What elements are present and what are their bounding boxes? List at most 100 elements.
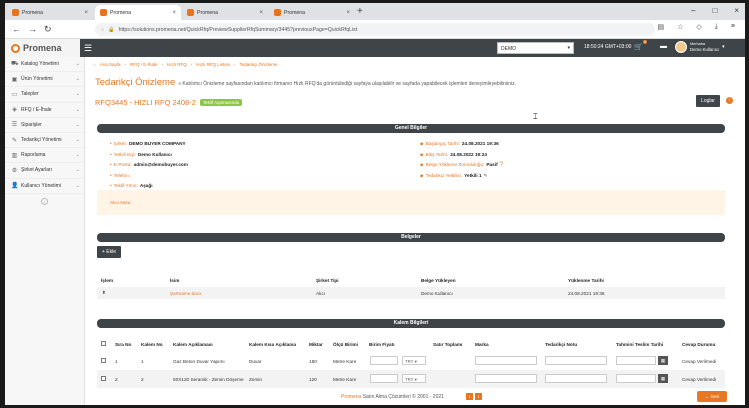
info-start-date: ◆ Başlangıç Tarihi: 24.08.2021 19:36 (420, 141, 499, 146)
documents-header: Belgeler (97, 233, 725, 242)
chart-icon: ▥ (11, 152, 18, 159)
breadcrumb-item[interactable]: Ana Sayfa (100, 62, 121, 67)
close-icon[interactable]: × (84, 10, 88, 16)
sidebar-item-raporlama[interactable]: ▥ Raporlama ⌄ (5, 148, 84, 164)
currency-select[interactable]: TRY ▾ (402, 356, 426, 365)
promena-favicon-icon (187, 9, 194, 16)
sidebar-item-sirket[interactable]: ⚙ Şirket Ayarları ⌄ (5, 163, 84, 179)
close-window-icon[interactable]: × (734, 6, 739, 15)
info-email: • E-Posta: admin@demobuyer.com (110, 162, 188, 167)
list-icon: ☰ (11, 122, 18, 129)
minimize-icon[interactable]: – (691, 6, 695, 15)
brand-input[interactable] (475, 374, 537, 383)
close-icon[interactable]: × (172, 10, 176, 16)
reader-icon[interactable]: ▤ (658, 23, 665, 31)
supplier-note-input[interactable] (545, 356, 607, 365)
browser-tab-4[interactable]: Promena × (269, 5, 355, 20)
back-icon[interactable]: ← (12, 24, 21, 34)
forward-icon[interactable]: → (28, 24, 37, 34)
unit-price-input[interactable] (370, 356, 398, 365)
chevron-down-icon: ▾ (722, 44, 725, 50)
currency-select[interactable]: TRY ▾ (402, 374, 426, 383)
browser-tab-1[interactable]: Promena × (7, 5, 93, 20)
unit-price-input[interactable] (370, 374, 398, 383)
close-icon[interactable]: × (259, 10, 263, 16)
browser-tab-2[interactable]: Promena × (95, 5, 181, 20)
close-icon[interactable]: × (346, 10, 350, 16)
help-icon[interactable]: ? (500, 162, 503, 168)
cart-badge: 0 (643, 40, 647, 44)
breadcrumb-item[interactable]: Hızlı RFQ Listesi (196, 62, 230, 67)
address-bar[interactable]: ◌ 🔒 https://solutions.promena.net/QuickRfq… (95, 23, 655, 36)
users-icon: 👤 (11, 183, 19, 190)
user-menu[interactable]: Merhaba Demo Kullanıcı ▾ (675, 41, 725, 53)
sidebar-item-urun[interactable]: ▣ Ürün Yönetimi ⌄ (5, 72, 84, 88)
breadcrumb-item[interactable]: Hızlı RFQ (167, 62, 187, 67)
calendar-icon[interactable]: ▦ (658, 374, 668, 383)
table-header-row: İşlem İsim Şirket Tipi Belge Yükleyen Yü… (101, 277, 604, 283)
table-row: 2 2 60X120 Seramik - Zemin Döşeme Zemin … (97, 370, 725, 388)
gear-icon: ⚙ (11, 167, 18, 174)
clock: 18:50:24 GMT+03:00 (584, 44, 632, 50)
calendar-icon[interactable]: ▦ (658, 356, 668, 365)
breadcrumb-item[interactable]: RFQ / E-İhale (130, 62, 158, 67)
shield-icon: ◌ (101, 26, 105, 33)
chevron-down-icon: ⌄ (75, 91, 80, 98)
add-document-button[interactable]: + Ekle (97, 246, 121, 258)
facebook-icon[interactable]: f (466, 393, 473, 400)
new-tab-icon[interactable]: + (357, 6, 363, 17)
delivery-date-input[interactable] (616, 356, 656, 365)
bookmark-star-icon[interactable]: ☆ (677, 23, 683, 31)
menu-icon[interactable]: ≡ (731, 23, 735, 31)
page-subtitle: » Katılımcı Önizleme sayfasından katılım… (178, 81, 517, 87)
info-icon[interactable]: i (726, 97, 733, 104)
document-icon: ▭ (11, 91, 18, 98)
logs-button[interactable]: Loglar (696, 95, 720, 107)
logo[interactable]: Promena (5, 39, 80, 57)
chevron-down-icon: ⌄ (75, 61, 80, 68)
download-icon[interactable]: ⤓ (715, 23, 718, 31)
page-title: Tedarikçi Önizleme » Katılımcı Önizleme … (95, 77, 517, 88)
info-company: • Şirket: DEMO BUYER COMPANY (110, 141, 186, 146)
info-end-date: ◆ Bitiş Tarihi: 24.08.2022 19:24 (420, 152, 487, 157)
browser-tab-3[interactable]: Promena × (182, 5, 268, 20)
promena-favicon-icon (12, 9, 19, 16)
chevron-down-icon: ⌄ (75, 182, 80, 189)
sidebar-item-rfq[interactable]: ◈ RFQ / E-İhale ⌄ (5, 103, 84, 118)
sidebar-item-tedarikci[interactable]: ✎ Tedarikçi Yönetimi ⌄ (5, 133, 84, 149)
row-checkbox[interactable] (101, 376, 106, 381)
message-icon[interactable]: ▬ (660, 43, 667, 50)
brand-input[interactable] (475, 356, 537, 365)
mouse-cursor-icon: ⌶ (533, 112, 538, 121)
supplier-note-input[interactable] (545, 374, 607, 383)
chevron-down-icon: ⌄ (75, 167, 80, 174)
select-all-checkbox[interactable] (101, 341, 106, 346)
download-icon[interactable]: ⬆ (102, 290, 106, 296)
table-header-row: Sıra No Kalem No Kalem Açıklaması Kalem … (97, 338, 725, 350)
sidebar-collapse-icon[interactable]: ‹ (41, 197, 48, 205)
chevron-down-icon: ⌄ (75, 106, 80, 113)
document-link[interactable]: Şartname.docx (170, 291, 202, 296)
twitter-icon[interactable]: t (475, 393, 482, 400)
delivery-date-input[interactable] (616, 374, 656, 383)
main-content: ⌂ Ana Sayfa › RFQ / E-İhale › Hızlı RFQ › H… (85, 57, 745, 405)
row-checkbox[interactable] (101, 358, 106, 363)
sidebar-item-katalog[interactable]: ⛟ Katalog Yönetimi ⌄ (5, 57, 84, 73)
home-icon: ⌂ (93, 62, 96, 67)
reload-icon[interactable]: ↻ (44, 24, 52, 35)
hamburger-icon[interactable]: ☰ (84, 43, 92, 54)
sidebar-item-kullanici[interactable]: 👤 Kullanıcı Yönetimi ⌄ (5, 179, 84, 194)
maximize-icon[interactable]: □ (712, 6, 717, 15)
url-bar: ← → ↻ ◌ 🔒 https://solutions.promena.net/Qu… (5, 20, 745, 39)
back-button[interactable]: ← Geri (697, 391, 727, 402)
pocket-icon[interactable]: ◇ (696, 23, 701, 31)
cart-icon[interactable]: 🛒 (634, 43, 643, 51)
edit-icon[interactable]: ✎ (484, 173, 488, 179)
sidebar-item-siparisler[interactable]: ☰ Siparişler ⌄ (5, 118, 84, 133)
cart-icon: ⛟ (11, 61, 19, 68)
rfq-code: RFQ3445 - HIZLI RFQ 2408-2 Teklif Aşamas… (95, 98, 243, 107)
sidebar-item-talepler[interactable]: ▭ Talepler ⌄ (5, 87, 84, 103)
company-select[interactable]: DEMO ▾ (497, 42, 574, 54)
table-row: 1 1 Gaz Beton Duvar Yapımı Duvar 180 Met… (97, 352, 725, 370)
footer: Promena Satın Alma Çözümleri © 2001 - 20… (85, 389, 745, 405)
